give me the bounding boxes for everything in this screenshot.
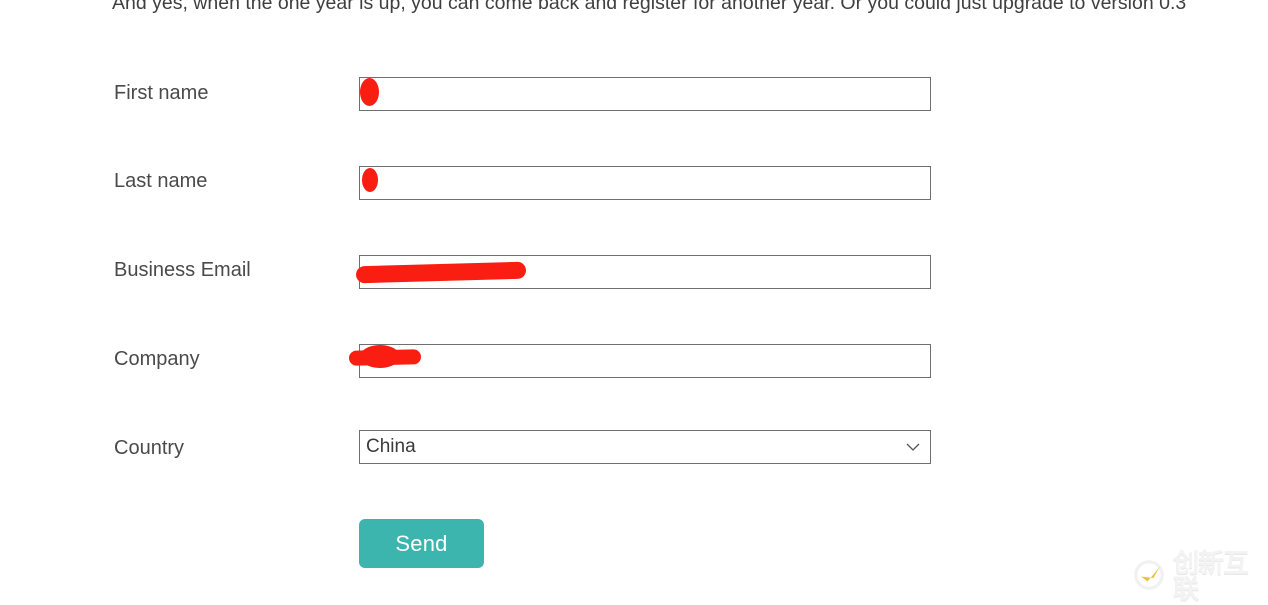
watermark: 创新互联 (1133, 551, 1263, 603)
business-email-input[interactable] (359, 255, 931, 289)
country-select-value: China (366, 436, 416, 457)
send-button[interactable]: Send (359, 519, 484, 568)
field-last-name (359, 166, 931, 200)
field-company (359, 344, 931, 378)
watermark-text: 创新互联 (1173, 549, 1249, 605)
field-business-email (359, 255, 931, 289)
circle-check-logo-icon (1133, 559, 1165, 596)
country-select[interactable]: China (359, 430, 931, 464)
company-input[interactable] (359, 344, 931, 378)
contact-form: First name Last name Business Email Comp… (0, 0, 1268, 603)
label-business-email: Business Email (114, 259, 251, 281)
chevron-down-icon (906, 431, 920, 463)
label-last-name: Last name (114, 170, 208, 192)
label-country: Country (114, 437, 185, 459)
last-name-input[interactable] (359, 166, 931, 200)
field-country: China (359, 430, 931, 464)
first-name-input[interactable] (359, 77, 931, 111)
label-company: Company (114, 348, 200, 370)
label-first-name: First name (114, 82, 209, 104)
field-first-name (359, 77, 931, 111)
